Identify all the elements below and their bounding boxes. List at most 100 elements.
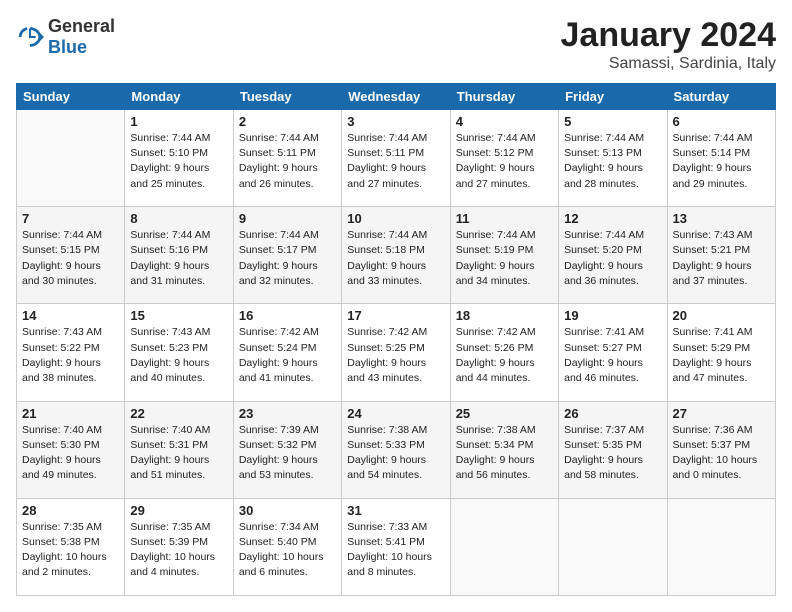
- day-info: Sunrise: 7:44 AM Sunset: 5:11 PM Dayligh…: [347, 131, 444, 192]
- table-cell: 15 Sunrise: 7:43 AM Sunset: 5:23 PM Dayli…: [125, 304, 233, 401]
- day-number: 9: [239, 211, 336, 226]
- day-number: 31: [347, 503, 444, 518]
- table-cell: 11 Sunrise: 7:44 AM Sunset: 5:19 PM Dayli…: [450, 207, 558, 304]
- day-info: Sunrise: 7:38 AM Sunset: 5:33 PM Dayligh…: [347, 423, 444, 484]
- table-cell: 26Sunrise: 7:37 AM Sunset: 5:35 PM Dayli…: [559, 401, 667, 498]
- day-number: 30: [239, 503, 336, 518]
- month-title: January 2024: [561, 16, 777, 55]
- day-info: Sunrise: 7:44 AM Sunset: 5:20 PM Dayligh…: [564, 228, 661, 289]
- day-number: 7: [22, 211, 119, 226]
- table-cell: 12 Sunrise: 7:44 AM Sunset: 5:20 PM Dayli…: [559, 207, 667, 304]
- table-cell: 1 Sunrise: 7:44 AM Sunset: 5:10 PM Daylig…: [125, 110, 233, 207]
- table-cell: 22 Sunrise: 7:40 AM Sunset: 5:31 PM Dayli…: [125, 401, 233, 498]
- day-number: 15: [130, 308, 227, 323]
- day-number: 8: [130, 211, 227, 226]
- day-info: Sunrise: 7:35 AM Sunset: 5:39 PM Dayligh…: [130, 520, 227, 581]
- day-number: 17: [347, 308, 444, 323]
- day-number: 22: [130, 406, 227, 421]
- header-thursday: Thursday: [450, 84, 558, 110]
- table-cell: 20 Sunrise: 7:41 AM Sunset: 5:29 PM Dayli…: [667, 304, 775, 401]
- table-cell: [450, 498, 558, 595]
- day-number: 16: [239, 308, 336, 323]
- day-number: 1: [130, 114, 227, 129]
- day-info: Sunrise: 7:44 AM Sunset: 5:14 PM Dayligh…: [673, 131, 770, 192]
- table-cell: [17, 110, 125, 207]
- day-info: Sunrise: 7:40 AM Sunset: 5:30 PM Dayligh…: [22, 423, 119, 484]
- day-info: Sunrise: 7:44 AM Sunset: 5:10 PM Dayligh…: [130, 131, 227, 192]
- table-cell: 31 Sunrise: 7:33 AM Sunset: 5:41 PM Dayli…: [342, 498, 450, 595]
- day-info: Sunrise: 7:44 AM Sunset: 5:18 PM Dayligh…: [347, 228, 444, 289]
- day-info: Sunrise: 7:36 AM Sunset: 5:37 PM Dayligh…: [673, 423, 770, 484]
- calendar-row: 21Sunrise: 7:40 AM Sunset: 5:30 PM Dayli…: [17, 401, 776, 498]
- header-tuesday: Tuesday: [233, 84, 341, 110]
- day-info: Sunrise: 7:33 AM Sunset: 5:41 PM Dayligh…: [347, 520, 444, 581]
- day-number: 25: [456, 406, 553, 421]
- day-number: 3: [347, 114, 444, 129]
- day-info: Sunrise: 7:44 AM Sunset: 5:13 PM Dayligh…: [564, 131, 661, 192]
- day-info: Sunrise: 7:44 AM Sunset: 5:17 PM Dayligh…: [239, 228, 336, 289]
- day-number: 5: [564, 114, 661, 129]
- table-cell: 27 Sunrise: 7:36 AM Sunset: 5:37 PM Dayli…: [667, 401, 775, 498]
- table-cell: 23 Sunrise: 7:39 AM Sunset: 5:32 PM Dayli…: [233, 401, 341, 498]
- day-number: 12: [564, 211, 661, 226]
- day-info: Sunrise: 7:34 AM Sunset: 5:40 PM Dayligh…: [239, 520, 336, 581]
- day-info: Sunrise: 7:40 AM Sunset: 5:31 PM Dayligh…: [130, 423, 227, 484]
- day-info: Sunrise: 7:38 AM Sunset: 5:34 PM Dayligh…: [456, 423, 553, 484]
- table-cell: 10 Sunrise: 7:44 AM Sunset: 5:18 PM Dayli…: [342, 207, 450, 304]
- day-number: 4: [456, 114, 553, 129]
- day-info: Sunrise: 7:44 AM Sunset: 5:19 PM Dayligh…: [456, 228, 553, 289]
- day-info: Sunrise: 7:42 AM Sunset: 5:24 PM Dayligh…: [239, 325, 336, 386]
- logo-text: General Blue: [48, 16, 115, 58]
- day-info: Sunrise: 7:37 AM Sunset: 5:35 PM Dayligh…: [564, 423, 661, 484]
- header-monday: Monday: [125, 84, 233, 110]
- day-number: 13: [673, 211, 770, 226]
- table-cell: [559, 498, 667, 595]
- day-info: Sunrise: 7:41 AM Sunset: 5:27 PM Dayligh…: [564, 325, 661, 386]
- header-friday: Friday: [559, 84, 667, 110]
- day-info: Sunrise: 7:42 AM Sunset: 5:25 PM Dayligh…: [347, 325, 444, 386]
- table-cell: 5 Sunrise: 7:44 AM Sunset: 5:13 PM Daylig…: [559, 110, 667, 207]
- day-number: 19: [564, 308, 661, 323]
- day-info: Sunrise: 7:42 AM Sunset: 5:26 PM Dayligh…: [456, 325, 553, 386]
- calendar-table: Sunday Monday Tuesday Wednesday Thursday…: [16, 83, 776, 596]
- day-number: 18: [456, 308, 553, 323]
- day-number: 10: [347, 211, 444, 226]
- table-cell: 6 Sunrise: 7:44 AM Sunset: 5:14 PM Daylig…: [667, 110, 775, 207]
- day-info: Sunrise: 7:44 AM Sunset: 5:12 PM Dayligh…: [456, 131, 553, 192]
- table-cell: 9 Sunrise: 7:44 AM Sunset: 5:17 PM Daylig…: [233, 207, 341, 304]
- day-info: Sunrise: 7:41 AM Sunset: 5:29 PM Dayligh…: [673, 325, 770, 386]
- calendar-row: 1 Sunrise: 7:44 AM Sunset: 5:10 PM Daylig…: [17, 110, 776, 207]
- table-cell: 18 Sunrise: 7:42 AM Sunset: 5:26 PM Dayli…: [450, 304, 558, 401]
- table-cell: 25 Sunrise: 7:38 AM Sunset: 5:34 PM Dayli…: [450, 401, 558, 498]
- header-saturday: Saturday: [667, 84, 775, 110]
- table-cell: 14 Sunrise: 7:43 AM Sunset: 5:22 PM Dayli…: [17, 304, 125, 401]
- table-cell: 29 Sunrise: 7:35 AM Sunset: 5:39 PM Dayli…: [125, 498, 233, 595]
- table-cell: 21Sunrise: 7:40 AM Sunset: 5:30 PM Dayli…: [17, 401, 125, 498]
- day-number: 20: [673, 308, 770, 323]
- table-cell: [667, 498, 775, 595]
- day-info: Sunrise: 7:39 AM Sunset: 5:32 PM Dayligh…: [239, 423, 336, 484]
- header-row: Sunday Monday Tuesday Wednesday Thursday…: [17, 84, 776, 110]
- logo: General Blue: [16, 16, 115, 58]
- day-number: 11: [456, 211, 553, 226]
- day-info: Sunrise: 7:43 AM Sunset: 5:22 PM Dayligh…: [22, 325, 119, 386]
- logo-general: General: [48, 16, 115, 36]
- day-number: 27: [673, 406, 770, 421]
- table-cell: 16 Sunrise: 7:42 AM Sunset: 5:24 PM Dayli…: [233, 304, 341, 401]
- table-cell: 28Sunrise: 7:35 AM Sunset: 5:38 PM Dayli…: [17, 498, 125, 595]
- day-number: 23: [239, 406, 336, 421]
- table-cell: 3 Sunrise: 7:44 AM Sunset: 5:11 PM Daylig…: [342, 110, 450, 207]
- calendar-row: 28Sunrise: 7:35 AM Sunset: 5:38 PM Dayli…: [17, 498, 776, 595]
- day-number: 29: [130, 503, 227, 518]
- day-number: 6: [673, 114, 770, 129]
- table-cell: 2Sunrise: 7:44 AM Sunset: 5:11 PM Daylig…: [233, 110, 341, 207]
- location-title: Samassi, Sardinia, Italy: [561, 55, 777, 73]
- logo-icon: [16, 23, 44, 51]
- day-number: 14: [22, 308, 119, 323]
- table-cell: 4 Sunrise: 7:44 AM Sunset: 5:12 PM Daylig…: [450, 110, 558, 207]
- page: General Blue January 2024 Samassi, Sardi…: [0, 0, 792, 612]
- day-info: Sunrise: 7:43 AM Sunset: 5:23 PM Dayligh…: [130, 325, 227, 386]
- day-info: Sunrise: 7:44 AM Sunset: 5:16 PM Dayligh…: [130, 228, 227, 289]
- day-info: Sunrise: 7:44 AM Sunset: 5:15 PM Dayligh…: [22, 228, 119, 289]
- table-cell: 30 Sunrise: 7:34 AM Sunset: 5:40 PM Dayli…: [233, 498, 341, 595]
